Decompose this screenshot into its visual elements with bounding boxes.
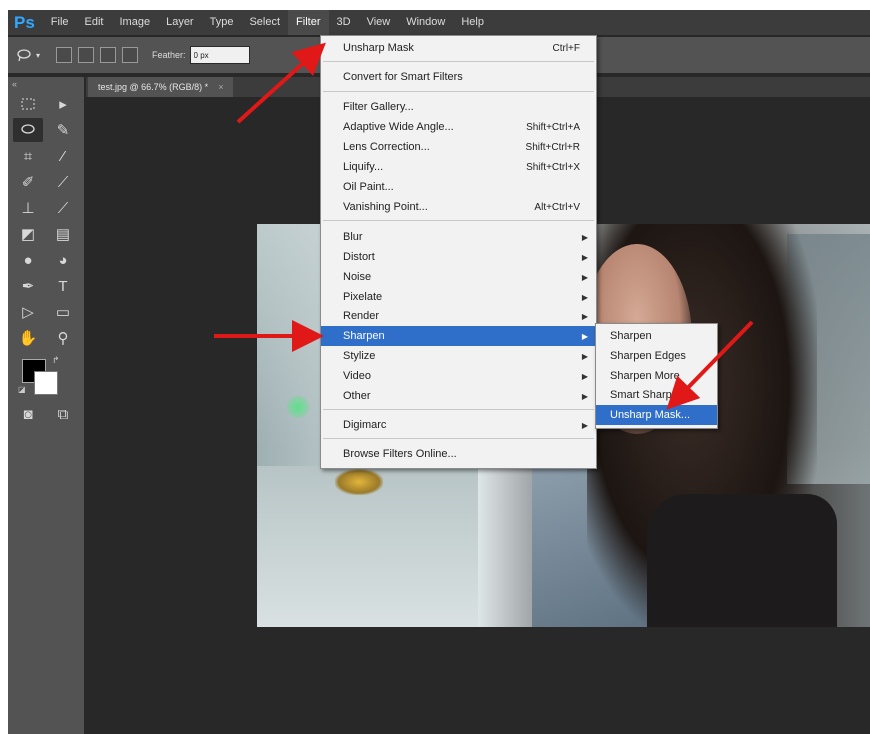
menu-select[interactable]: Select	[241, 10, 288, 35]
submenu-arrow-icon: ▶	[581, 371, 588, 381]
screen-mode-icon[interactable]: ⧉	[48, 402, 78, 426]
menu-edit[interactable]: Edit	[77, 10, 112, 35]
filter-menu: Unsharp Mask Ctrl+F Convert for Smart Fil…	[320, 35, 597, 469]
menu-separator	[323, 91, 594, 92]
rectangle-tool-icon[interactable]: ▭	[48, 300, 78, 324]
pen-tool-icon[interactable]: ✒	[13, 274, 43, 298]
color-swatches: ↱ ◪	[8, 355, 84, 401]
menu-layer[interactable]: Layer	[158, 10, 202, 35]
submenu-arrow-icon: ▶	[581, 331, 588, 341]
menu-item-blur[interactable]: Blur ▶	[321, 227, 596, 247]
feather-label: Feather:	[152, 50, 186, 60]
gradient-tool-icon[interactable]: ▤	[48, 222, 78, 246]
photoshop-logo: Ps	[14, 12, 35, 32]
type-tool-icon[interactable]: T	[48, 274, 78, 298]
menu-bar: Ps File Edit Image Layer Type Select Fil…	[8, 10, 870, 35]
menu-item-distort[interactable]: Distort ▶	[321, 247, 596, 267]
menu-window[interactable]: Window	[398, 10, 453, 35]
menu-item-liquify[interactable]: Liquify... Shift+Ctrl+X	[321, 157, 596, 177]
tools-panel: « ▸ ✎ ⌗ ⁄ ✐ ⟋ ⊥ ⟋ ◩ ▤ ● ◕ ✒ T ▷ ▭ ✋ ⚲ ↱ …	[8, 77, 84, 734]
default-colors-icon[interactable]: ◪	[18, 385, 26, 394]
menu-filter[interactable]: Filter	[288, 10, 329, 35]
collapse-panel-icon[interactable]: «	[8, 77, 84, 91]
photo-jacket	[647, 494, 837, 627]
menu-item-filter-gallery[interactable]: Filter Gallery...	[321, 97, 596, 117]
submenu-item-smart-sharpen[interactable]: Smart Sharpen...	[596, 385, 717, 405]
background-color-swatch[interactable]	[34, 371, 58, 395]
submenu-arrow-icon: ▶	[581, 351, 588, 361]
submenu-item-sharpen-more[interactable]: Sharpen More	[596, 366, 717, 386]
quick-mask-icon[interactable]: ◙	[13, 402, 43, 426]
blur-tool-icon[interactable]: ●	[13, 248, 43, 272]
close-icon[interactable]: ×	[218, 77, 223, 97]
clone-stamp-tool-icon[interactable]: ⊥	[13, 196, 43, 220]
submenu-item-sharpen[interactable]: Sharpen	[596, 326, 717, 346]
menu-separator	[323, 220, 594, 221]
dodge-tool-icon[interactable]: ◕	[48, 248, 78, 272]
intersect-selection-button[interactable]	[122, 47, 138, 63]
submenu-item-unsharp-mask[interactable]: Unsharp Mask...	[596, 405, 717, 425]
zoom-tool-icon[interactable]: ⚲	[48, 326, 78, 350]
submenu-arrow-icon: ▶	[581, 311, 588, 321]
document-tab-title: test.jpg @ 66.7% (RGB/8) *	[98, 82, 209, 92]
lasso-tool-preset-icon[interactable]	[16, 47, 32, 63]
submenu-arrow-icon: ▶	[581, 272, 588, 282]
menu-separator	[323, 438, 594, 439]
menu-item-sharpen[interactable]: Sharpen ▶	[321, 326, 596, 346]
marquee-tool-icon[interactable]	[13, 92, 43, 116]
feather-input[interactable]	[189, 46, 250, 64]
document-tab[interactable]: test.jpg @ 66.7% (RGB/8) * ×	[88, 77, 234, 97]
submenu-arrow-icon: ▶	[581, 292, 588, 302]
photo-green-light	[287, 396, 309, 418]
menu-item-lens-correction[interactable]: Lens Correction... Shift+Ctrl+R	[321, 137, 596, 157]
submenu-item-sharpen-edges[interactable]: Sharpen Edges	[596, 346, 717, 366]
healing-brush-tool-icon[interactable]: ✐	[13, 170, 43, 194]
lasso-tool-icon[interactable]	[13, 118, 43, 142]
quick-selection-tool-icon[interactable]: ✎	[48, 118, 78, 142]
menu-item-convert-smart-filters[interactable]: Convert for Smart Filters	[321, 67, 596, 87]
submenu-arrow-icon: ▶	[581, 252, 588, 262]
eyedropper-tool-icon[interactable]: ⁄	[48, 144, 78, 168]
eraser-tool-icon[interactable]: ◩	[13, 222, 43, 246]
photo-yellow-car	[335, 469, 383, 495]
subtract-from-selection-button[interactable]	[100, 47, 116, 63]
hand-tool-icon[interactable]: ✋	[13, 326, 43, 350]
menu-item-oil-paint[interactable]: Oil Paint...	[321, 177, 596, 197]
menu-item-stylize[interactable]: Stylize ▶	[321, 346, 596, 366]
submenu-arrow-icon: ▶	[581, 391, 588, 401]
move-tool-icon[interactable]: ▸	[48, 92, 78, 116]
submenu-arrow-icon: ▶	[581, 232, 588, 242]
menu-separator	[323, 61, 594, 62]
brush-tool-icon[interactable]: ⟋	[48, 170, 78, 194]
menu-item-unsharp-mask-last[interactable]: Unsharp Mask Ctrl+F	[321, 38, 596, 58]
menu-item-adaptive-wide-angle[interactable]: Adaptive Wide Angle... Shift+Ctrl+A	[321, 117, 596, 137]
menu-view[interactable]: View	[359, 10, 399, 35]
path-selection-tool-icon[interactable]: ▷	[13, 300, 43, 324]
menu-item-digimarc[interactable]: Digimarc ▶	[321, 415, 596, 435]
menu-3d[interactable]: 3D	[329, 10, 359, 35]
sharpen-submenu: Sharpen Sharpen Edges Sharpen More Smart…	[595, 323, 718, 429]
menu-item-pixelate[interactable]: Pixelate ▶	[321, 287, 596, 307]
crop-tool-icon[interactable]: ⌗	[13, 144, 43, 168]
menu-item-video[interactable]: Video ▶	[321, 366, 596, 386]
submenu-arrow-icon: ▶	[581, 420, 588, 430]
menu-separator	[323, 409, 594, 410]
menu-image[interactable]: Image	[112, 10, 159, 35]
chevron-down-icon[interactable]: ▾	[34, 47, 42, 63]
new-selection-button[interactable]	[56, 47, 72, 63]
menu-file[interactable]: File	[43, 10, 77, 35]
menu-item-render[interactable]: Render ▶	[321, 306, 596, 326]
history-brush-tool-icon[interactable]: ⟋	[48, 196, 78, 220]
swap-colors-icon[interactable]: ↱	[52, 355, 60, 366]
menu-item-vanishing-point[interactable]: Vanishing Point... Alt+Ctrl+V	[321, 197, 596, 217]
menu-help[interactable]: Help	[453, 10, 492, 35]
menu-item-other[interactable]: Other ▶	[321, 386, 596, 406]
menu-type[interactable]: Type	[202, 10, 242, 35]
menu-item-browse-filters-online[interactable]: Browse Filters Online...	[321, 444, 596, 464]
add-to-selection-button[interactable]	[78, 47, 94, 63]
menu-item-noise[interactable]: Noise ▶	[321, 267, 596, 287]
